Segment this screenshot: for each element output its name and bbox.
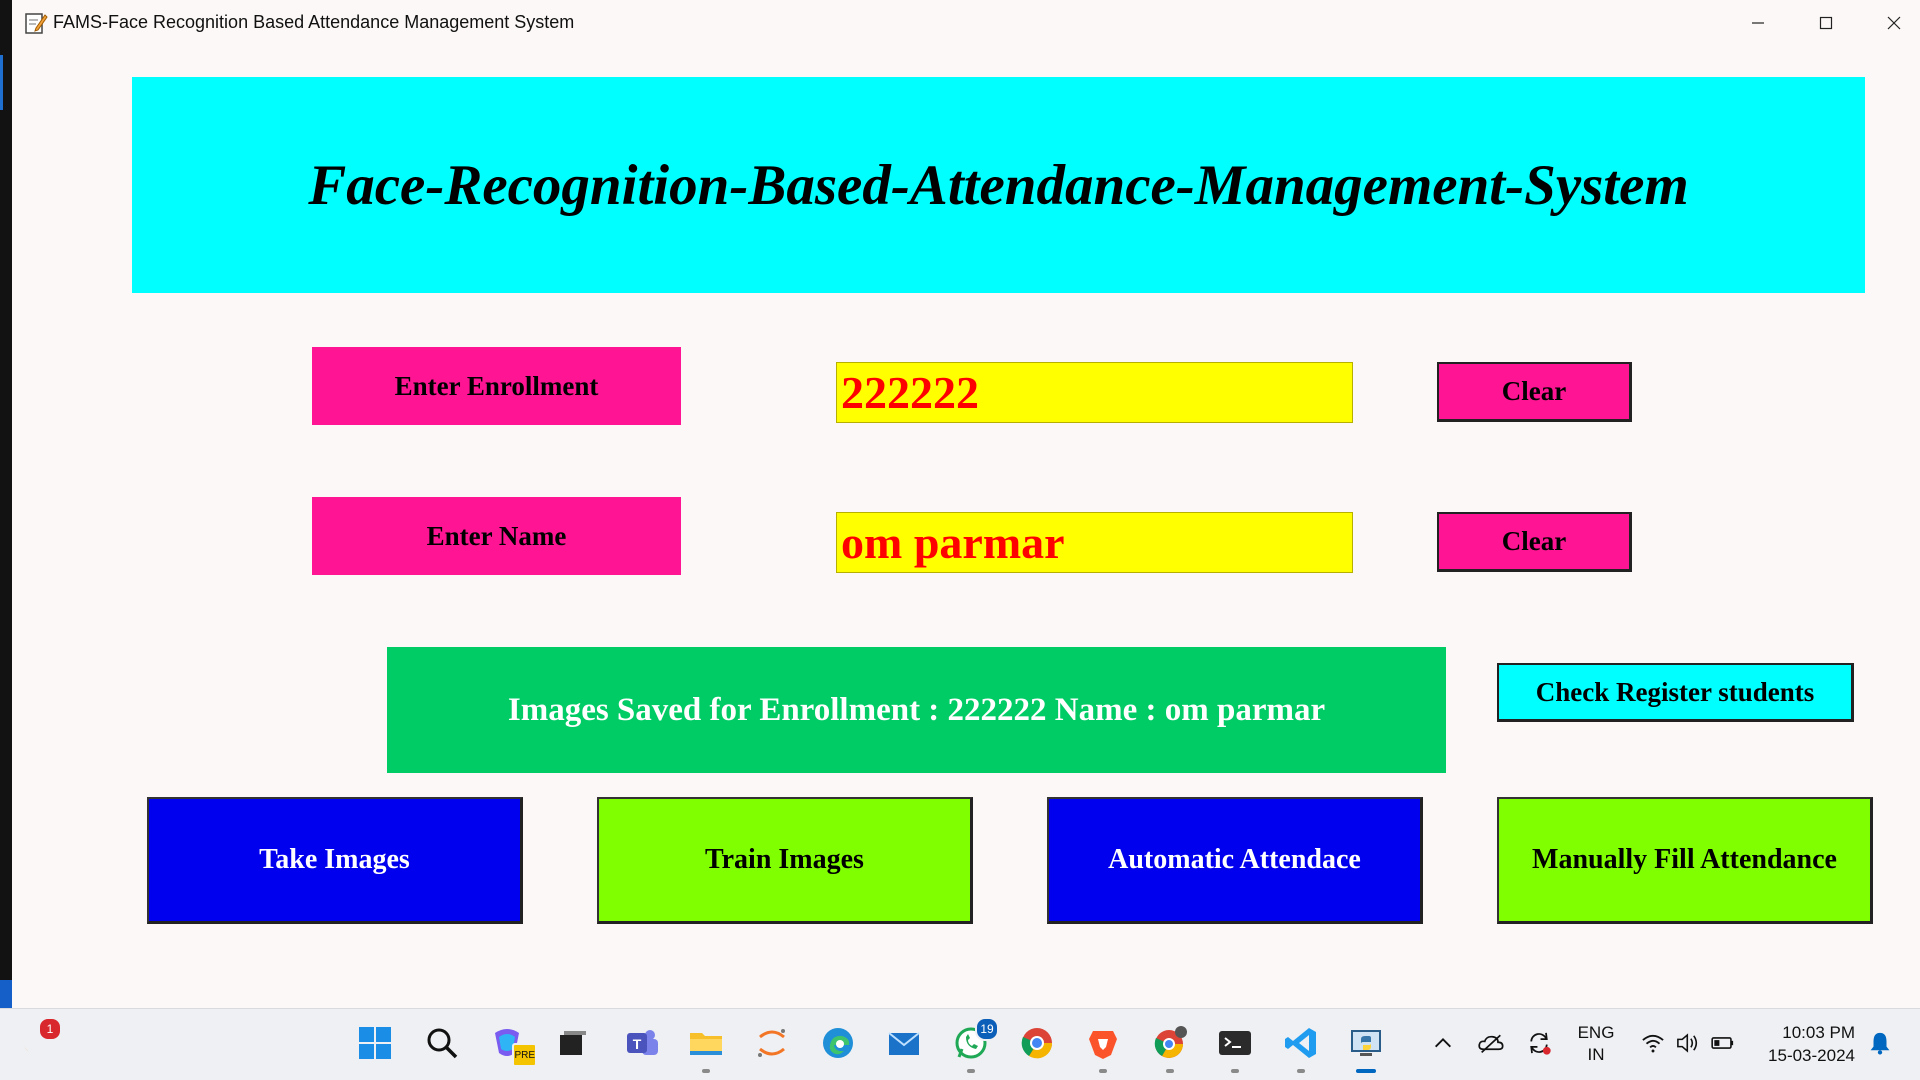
train-images-button[interactable]: Train Images xyxy=(597,797,973,924)
bell-icon xyxy=(1870,1032,1890,1055)
chrome-profile-button[interactable] xyxy=(1150,1023,1190,1073)
manual-attendance-button[interactable]: Manually Fill Attendance xyxy=(1497,797,1873,924)
chrome-button[interactable] xyxy=(1017,1023,1057,1063)
copilot-pre-badge: PRE xyxy=(512,1043,537,1067)
desktop-accent xyxy=(0,980,12,1008)
clock-date: 15-03-2024 xyxy=(1768,1046,1855,1065)
edge-button[interactable] xyxy=(818,1023,858,1063)
taskbar: 1 PRE T 19 ENG IN 10:03 PM 15-03-2024 xyxy=(0,1008,1920,1080)
running-indicator xyxy=(702,1069,710,1073)
status-message: Images Saved for Enrollment : 222222 Nam… xyxy=(387,647,1446,773)
clear-name-button[interactable]: Clear xyxy=(1437,512,1632,572)
file-explorer-button[interactable] xyxy=(686,1023,726,1073)
python-app-icon xyxy=(1351,1030,1381,1056)
take-images-button[interactable]: Take Images xyxy=(147,797,523,924)
running-indicator xyxy=(1297,1069,1305,1073)
minimize-button[interactable] xyxy=(1724,0,1792,46)
clock-time: 10:03 PM xyxy=(1782,1023,1855,1042)
close-icon xyxy=(1887,16,1901,30)
chrome-profile-icon xyxy=(1154,1026,1187,1058)
clock[interactable]: 10:03 PM 15-03-2024 xyxy=(1755,1021,1855,1067)
banner-title: Face-Recognition-Based-Attendance-Manage… xyxy=(308,153,1689,217)
language-indicator[interactable]: ENG IN xyxy=(1573,1022,1619,1066)
enrollment-label: Enter Enrollment xyxy=(312,347,681,425)
window-title: FAMS-Face Recognition Based Attendance M… xyxy=(53,12,575,32)
name-input[interactable]: om parmar xyxy=(836,512,1353,573)
sync-button[interactable] xyxy=(1519,1023,1559,1063)
whatsapp-button[interactable]: 19 xyxy=(951,1017,999,1073)
automatic-attendance-button[interactable]: Automatic Attendace xyxy=(1047,797,1423,924)
svg-text:T: T xyxy=(633,1036,642,1052)
teams-button[interactable]: T xyxy=(622,1023,662,1063)
brave-button[interactable] xyxy=(1083,1023,1123,1073)
desktop-edge xyxy=(0,0,12,1008)
language-code: ENG xyxy=(1577,1023,1615,1042)
weather-widget[interactable]: 1 xyxy=(14,1017,62,1063)
copilot-button[interactable]: PRE xyxy=(487,1023,537,1067)
edge-icon xyxy=(823,1028,853,1058)
running-indicator xyxy=(1166,1069,1174,1073)
wifi-icon xyxy=(1642,1034,1664,1053)
chevron-up-icon xyxy=(1435,1038,1451,1048)
clear-enrollment-button[interactable]: Clear xyxy=(1437,362,1632,422)
app-window: FAMS-Face Recognition Based Attendance M… xyxy=(12,0,1920,1008)
weather-badge: 1 xyxy=(38,1017,62,1041)
app-content: Face-Recognition-Based-Attendance-Manage… xyxy=(12,46,1920,1008)
python-app-button[interactable] xyxy=(1346,1023,1386,1073)
running-indicator xyxy=(1231,1069,1239,1073)
notifications-button[interactable] xyxy=(1862,1023,1898,1063)
enrollment-input[interactable]: 222222 xyxy=(836,362,1353,423)
running-indicator xyxy=(967,1069,975,1073)
battery-icon xyxy=(1711,1037,1734,1049)
task-view-icon xyxy=(560,1031,586,1055)
terminal-button[interactable] xyxy=(1215,1023,1255,1073)
title-banner: Face-Recognition-Based-Attendance-Manage… xyxy=(132,77,1865,293)
onedrive-button[interactable] xyxy=(1471,1023,1511,1063)
sync-icon xyxy=(1530,1032,1551,1055)
vscode-button[interactable] xyxy=(1281,1023,1321,1073)
show-hidden-icons-button[interactable] xyxy=(1421,1023,1465,1063)
name-label: Enter Name xyxy=(312,497,681,575)
start-icon xyxy=(359,1027,391,1059)
task-view-button[interactable] xyxy=(552,1023,592,1063)
running-indicator xyxy=(1099,1069,1107,1073)
jupyter-icon xyxy=(758,1029,785,1057)
desktop-accent xyxy=(0,55,3,110)
vscode-icon xyxy=(1285,1028,1316,1058)
region-code: IN xyxy=(1587,1045,1605,1064)
battery-button[interactable] xyxy=(1703,1023,1743,1063)
chrome-icon xyxy=(1021,1028,1053,1059)
active-indicator xyxy=(1356,1069,1376,1073)
file-explorer-icon xyxy=(690,1033,722,1055)
volume-icon xyxy=(1677,1033,1698,1053)
close-button[interactable] xyxy=(1860,0,1920,46)
onedrive-icon xyxy=(1478,1034,1504,1053)
app-icon xyxy=(24,11,48,35)
whatsapp-badge: 19 xyxy=(975,1017,999,1041)
maximize-icon xyxy=(1819,16,1833,30)
title-bar[interactable]: FAMS-Face Recognition Based Attendance M… xyxy=(12,0,1920,46)
network-button[interactable] xyxy=(1633,1023,1673,1063)
maximize-button[interactable] xyxy=(1792,0,1860,46)
jupyter-button[interactable] xyxy=(752,1023,792,1063)
start-button[interactable] xyxy=(355,1023,395,1063)
terminal-icon xyxy=(1219,1031,1251,1055)
mail-button[interactable] xyxy=(884,1023,924,1063)
mail-icon xyxy=(888,1032,920,1055)
brave-icon xyxy=(1089,1031,1117,1059)
search-button[interactable] xyxy=(422,1023,462,1063)
minimize-icon xyxy=(1752,22,1764,24)
volume-button[interactable] xyxy=(1668,1023,1708,1063)
teams-icon: T xyxy=(627,1030,658,1055)
search-icon xyxy=(427,1028,458,1059)
check-register-students-button[interactable]: Check Register students xyxy=(1497,663,1854,722)
